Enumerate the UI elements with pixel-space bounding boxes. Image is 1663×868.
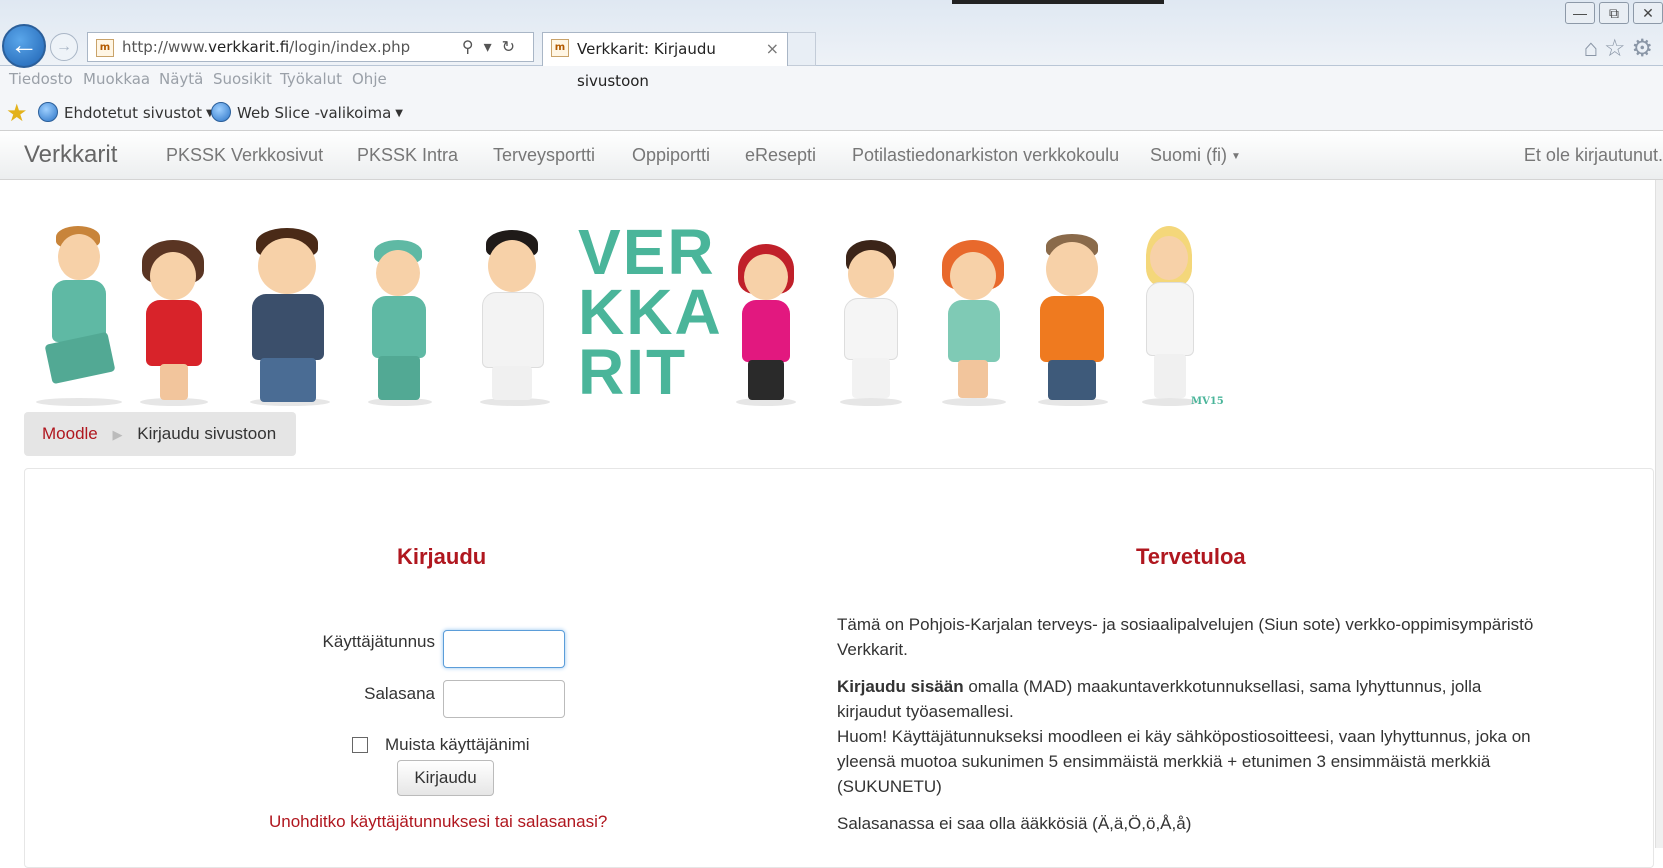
browser-chrome: ← → m http://www.verkkarit.fi/login/inde… <box>0 0 1663 130</box>
back-button[interactable]: ← <box>2 24 46 68</box>
close-tab-icon[interactable]: × <box>766 33 779 65</box>
breadcrumb-current: Kirjaudu sivustoon <box>137 424 277 443</box>
login-status: Et ole kirjautunut. <box>1523 145 1663 165</box>
remember-username-checkbox[interactable] <box>352 737 368 753</box>
artist-signature: MV15 <box>1191 396 1224 407</box>
menu-item-view[interactable]: Näytä <box>159 70 203 88</box>
menu-item-file[interactable]: Tiedosto <box>9 70 73 88</box>
close-window-icon[interactable]: ✕ <box>1633 2 1663 24</box>
caret-down-icon: ▼ <box>1231 151 1241 162</box>
favorites-item-suggested[interactable]: Ehdotetut sivustot ▼ <box>38 102 214 122</box>
forgot-credentials-link[interactable]: Unohditko käyttäjätunnuksesi tai salasan… <box>269 812 607 832</box>
password-label: Salasana <box>364 684 435 703</box>
url-prefix: http://www. <box>122 38 209 56</box>
logo-line-2: KKA <box>578 276 723 348</box>
home-icon[interactable]: ⌂ <box>1583 35 1604 62</box>
favorites-item-suggested-label: Ehdotetut sivustot <box>64 104 202 122</box>
caret-down-icon: ▼ <box>395 108 403 119</box>
gear-icon[interactable]: ⚙ <box>1631 35 1659 62</box>
logo-line-1: VER <box>578 216 716 288</box>
password-input[interactable] <box>443 680 565 718</box>
browser-tab-active[interactable]: m Verkkarit: Kirjaudu sivustoon × <box>542 32 788 90</box>
restore-icon[interactable]: ⧉ <box>1599 2 1629 24</box>
language-menu[interactable]: Suomi (fi) ▼ <box>1150 145 1241 166</box>
favorites-star-icon[interactable]: ☆ <box>1604 35 1632 62</box>
favorites-item-webslice[interactable]: Web Slice -valikoima ▼ <box>211 102 403 122</box>
remember-username-label: Muista käyttäjänimi <box>385 735 530 754</box>
site-navbar: Verkkarit PKSSK Verkkosivut PKSSK Intra … <box>0 130 1663 180</box>
login-heading: Kirjaudu <box>397 544 487 569</box>
breadcrumb: Moodle ▶ Kirjaudu sivustoon <box>24 412 296 456</box>
url-path: /login/index.php <box>289 38 411 56</box>
welcome-password-note: Salasanassa ei saa olla ääkkösiä (Ä,ä,Ö,… <box>837 814 1192 833</box>
welcome-login-instructions: Kirjaudu sisään omalla (MAD) maakuntaver… <box>837 674 1537 799</box>
welcome-login-note: Huom! Käyttäjätunnukseksi moodleen ei kä… <box>837 727 1531 796</box>
nav-link-pkssk-verkkosivut[interactable]: PKSSK Verkkosivut <box>166 145 323 166</box>
tab-favicon-icon: m <box>551 39 569 57</box>
minimize-icon[interactable]: — <box>1565 2 1595 24</box>
menu-item-favorites[interactable]: Suosikit <box>213 70 272 88</box>
ie-page-icon <box>38 102 58 122</box>
nav-link-pkssk-intra[interactable]: PKSSK Intra <box>357 145 458 166</box>
welcome-login-bold: Kirjaudu sisään <box>837 677 964 696</box>
forward-button[interactable]: → <box>50 33 78 61</box>
breadcrumb-separator-icon: ▶ <box>112 427 123 442</box>
username-input[interactable] <box>443 630 565 668</box>
site-brand[interactable]: Verkkarit <box>24 141 117 169</box>
logo-line-3: RIT <box>578 336 688 408</box>
window-title-strip <box>952 0 1164 4</box>
menu-item-edit[interactable]: Muokkaa <box>83 70 150 88</box>
nav-link-potilastiedonarkisto[interactable]: Potilastiedonarkiston verkkokoulu <box>852 145 1119 166</box>
nav-link-eresepti[interactable]: eResepti <box>745 145 816 166</box>
address-bar[interactable]: m http://www.verkkarit.fi/login/index.ph… <box>87 32 534 62</box>
welcome-text: Tämä on Pohjois-Karjalan terveys- ja sos… <box>837 612 1537 848</box>
welcome-intro: Tämä on Pohjois-Karjalan terveys- ja sos… <box>837 615 1534 659</box>
menu-bar: Tiedosto Muokkaa Näytä Suosikit Työkalut… <box>0 67 1663 93</box>
ie-page-icon <box>211 102 231 122</box>
verkkarit-logo: VER KKA RIT <box>578 216 723 408</box>
breadcrumb-home-link[interactable]: Moodle <box>42 424 98 443</box>
nav-link-oppiportti[interactable]: Oppiportti <box>632 145 710 166</box>
nav-link-terveysportti[interactable]: Terveysportti <box>493 145 595 166</box>
favorites-item-webslice-label: Web Slice -valikoima <box>237 104 392 122</box>
login-submit-button[interactable]: Kirjaudu <box>397 760 494 796</box>
new-tab-button[interactable] <box>788 32 816 66</box>
welcome-heading: Tervetuloa <box>1136 544 1246 569</box>
search-icon[interactable]: ⚲ <box>462 37 484 56</box>
refresh-icon[interactable]: ↻ <box>502 37 525 56</box>
add-favorite-star-icon[interactable]: ★ <box>6 99 28 127</box>
favorites-bar: ★ Ehdotetut sivustot ▼ Web Slice -valikoi… <box>0 96 1663 127</box>
username-label: Käyttäjätunnus <box>322 632 435 651</box>
site-favicon-icon: m <box>96 39 114 57</box>
browser-toolbar-icons: ⌂☆⚙ <box>1583 34 1659 63</box>
dropdown-icon[interactable]: ▾ <box>484 37 502 56</box>
page-scrollbar[interactable] <box>1655 180 1663 848</box>
menu-item-help[interactable]: Ohje <box>352 70 387 88</box>
window-controls: — ⧉ ✕ <box>1561 2 1663 24</box>
address-tools[interactable]: ⚲▾↻ <box>462 33 525 61</box>
url-host: verkkarit.fi <box>208 38 290 56</box>
menu-item-tools[interactable]: Työkalut <box>280 70 342 88</box>
language-menu-label: Suomi (fi) <box>1150 145 1228 165</box>
